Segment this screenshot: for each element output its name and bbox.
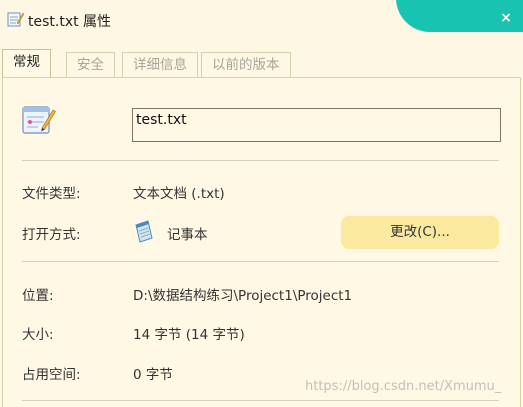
change-button[interactable]: 更改(C)... xyxy=(341,216,499,249)
size-label: 大小: xyxy=(22,327,54,343)
tab-details[interactable]: 详细信息 xyxy=(122,52,198,77)
tab-previous-versions[interactable]: 以前的版本 xyxy=(201,52,291,77)
watermark: https://blog.csdn.net/Xmumu_ xyxy=(305,379,502,394)
tab-strip: 常规 安全 详细信息 以前的版本 xyxy=(0,49,523,78)
location-label: 位置: xyxy=(22,288,54,304)
close-button[interactable]: × xyxy=(496,9,516,27)
text-file-icon xyxy=(7,12,24,27)
window-title: test.txt 属性 xyxy=(28,14,112,30)
disk-size-label: 占用空间: xyxy=(22,367,81,383)
tab-security[interactable]: 安全 xyxy=(66,52,115,77)
notepad-icon xyxy=(135,220,153,243)
file-type-value: 文本文档 (.txt) xyxy=(133,186,225,202)
size-value: 14 字节 (14 字节) xyxy=(133,327,245,343)
opens-with-label: 打开方式: xyxy=(22,227,81,243)
divider xyxy=(22,160,499,161)
opens-with-value: 记事本 xyxy=(167,227,208,243)
divider xyxy=(22,261,499,262)
file-type-label: 文件类型: xyxy=(22,186,81,202)
tab-general[interactable]: 常规 xyxy=(2,49,51,77)
divider xyxy=(22,400,499,401)
text-file-icon xyxy=(22,106,56,134)
location-value: D:\数据结构练习\Project1\Project1 xyxy=(133,288,353,304)
file-name-field[interactable] xyxy=(132,108,501,142)
disk-size-value: 0 字节 xyxy=(133,367,173,383)
